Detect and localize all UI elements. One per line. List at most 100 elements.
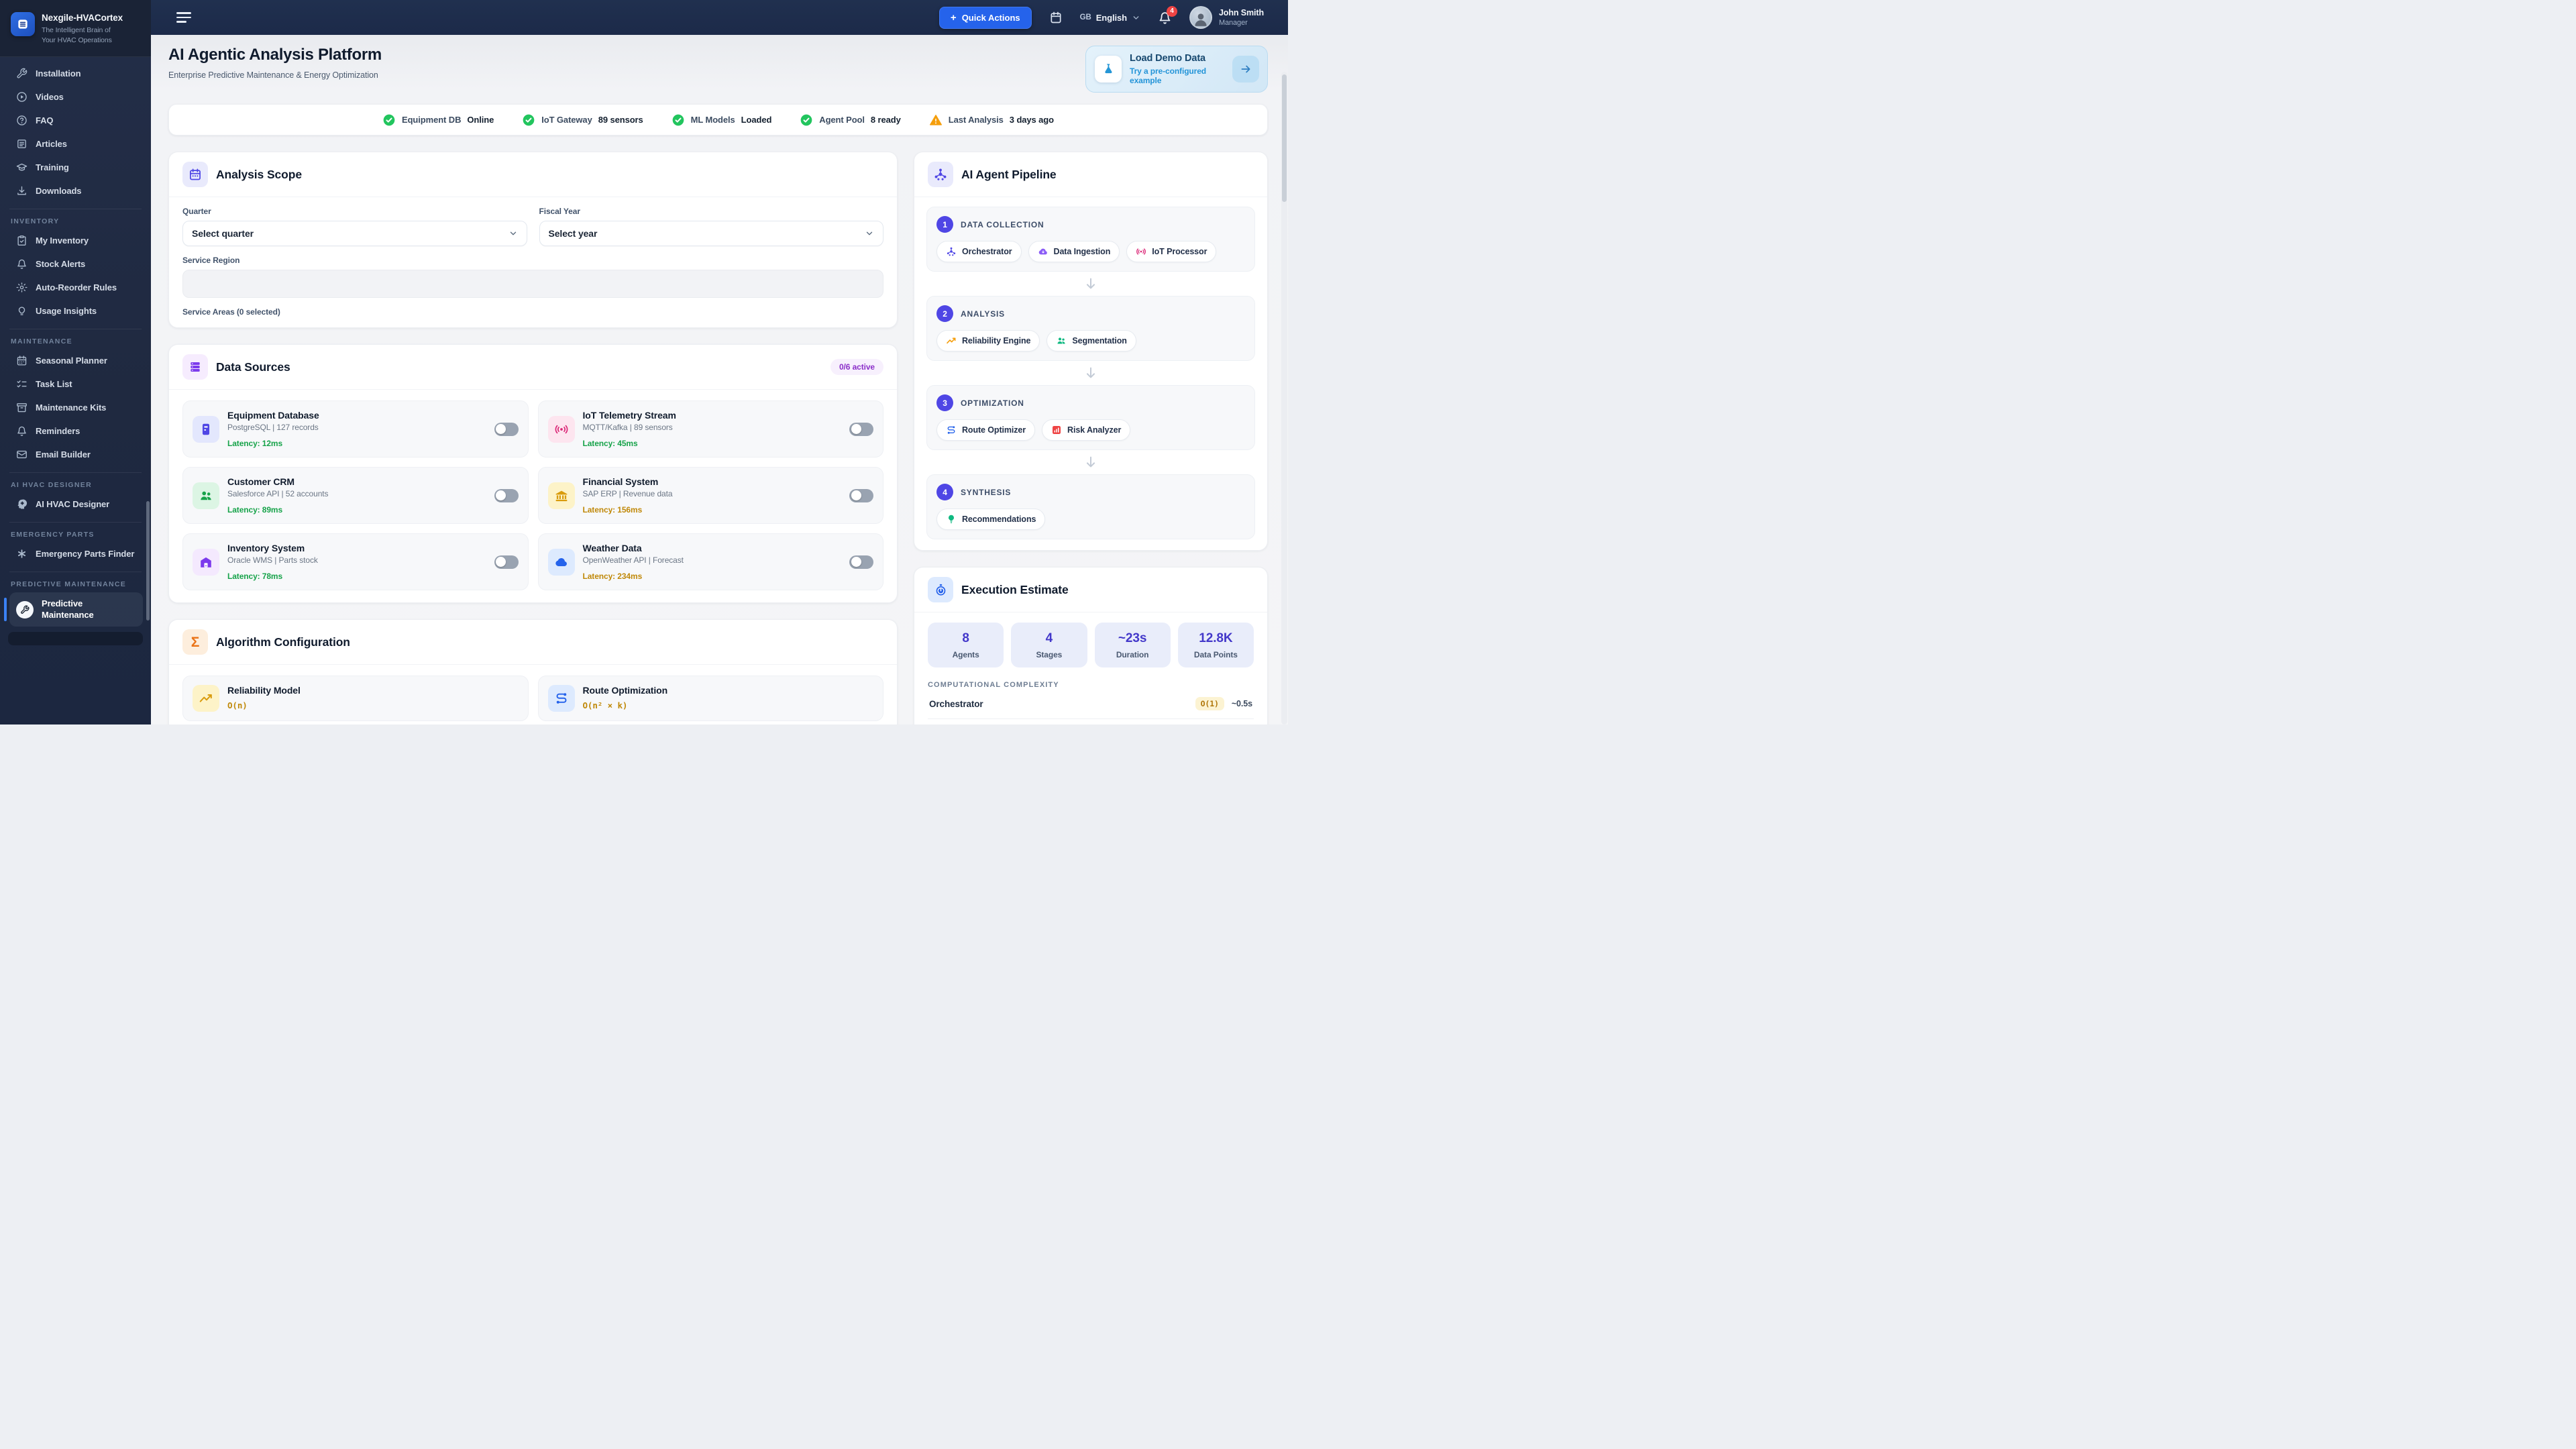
sidebar-section-inventory: INVENTORY [11, 217, 60, 226]
fiscal-year-select[interactable]: Select year [539, 221, 883, 246]
main-scrollbar-thumb[interactable] [1282, 74, 1287, 202]
status-ml-models: ML Models Loaded [672, 113, 771, 127]
page-content: AI Agentic Analysis Platform Enterprise … [151, 35, 1288, 724]
main-area: + Quick Actions GB English 4 John Smith [151, 0, 1288, 724]
card-title: Data Sources [216, 360, 290, 374]
arrow-right-icon[interactable] [1232, 56, 1259, 83]
sidebar: Nexgile-HVACortex The Intelligent Brain … [0, 0, 151, 724]
user-menu[interactable]: John Smith Manager [1189, 6, 1264, 29]
toggle-switch[interactable] [494, 488, 519, 502]
sidebar-item-predictive-maintenance[interactable]: Predictive Maintenance [4, 592, 143, 627]
broadcast-icon [547, 415, 575, 443]
sidebar-item-faq[interactable]: FAQ [7, 109, 144, 131]
algorithm-reliability-model: Reliability Model O(n) [182, 676, 529, 721]
data-source-inventory-system: Inventory System Oracle WMS | Parts stoc… [182, 533, 529, 590]
arrow-down-icon [926, 450, 1255, 474]
stage-number: 1 [936, 216, 953, 233]
network-icon [928, 162, 953, 187]
notifications-button[interactable]: 4 [1158, 5, 1177, 25]
sidebar-item-seasonal-planner[interactable]: Seasonal Planner [7, 350, 144, 372]
sidebar-item-maintenance-kits[interactable]: Maintenance Kits [7, 396, 144, 419]
card-title: AI Agent Pipeline [961, 167, 1057, 181]
toggle-switch[interactable] [849, 488, 873, 502]
data-source-equipment-database: Equipment Database PostgreSQL | 127 reco… [182, 400, 529, 458]
user-name: John Smith [1218, 8, 1264, 17]
sidebar-item-emergency-parts-finder[interactable]: Emergency Parts Finder [7, 543, 144, 565]
calendar-icon [16, 355, 28, 366]
divider [9, 522, 142, 523]
toggle-switch[interactable] [849, 555, 873, 569]
broadcast-icon [1136, 246, 1146, 257]
complexity-section-header: COMPUTATIONAL COMPLEXITY [928, 681, 1059, 689]
fiscal-year-label: Fiscal Year [539, 207, 581, 216]
agent-chip-recommendations[interactable]: Recommendations [936, 508, 1046, 530]
chevron-down-icon [865, 229, 874, 238]
sidebar-item-my-inventory[interactable]: My Inventory [7, 229, 144, 252]
sidebar-item-training[interactable]: Training [7, 156, 144, 178]
card-title: Execution Estimate [961, 582, 1069, 596]
plus-icon: + [950, 11, 957, 23]
system-status-bar: Equipment DB Online IoT Gateway 89 senso… [168, 104, 1268, 136]
sidebar-item-articles[interactable]: Articles [7, 133, 144, 155]
avatar [1189, 6, 1212, 29]
stat-duration: ~23s Duration [1094, 623, 1171, 667]
trend-up-icon [946, 335, 957, 346]
check-circle-icon [522, 113, 535, 127]
notification-count-badge: 4 [1166, 5, 1177, 17]
sidebar-item-downloads[interactable]: Downloads [7, 180, 144, 202]
sidebar-section-predictive-maintenance: PREDICTIVE MAINTENANCE [11, 580, 127, 589]
sidebar-item-reminders[interactable]: Reminders [7, 420, 144, 442]
warning-triangle-icon [929, 113, 943, 127]
hamburger-menu-icon[interactable] [176, 12, 191, 23]
latency-value: Latency: 12ms [227, 439, 283, 448]
agent-chip-orchestrator[interactable]: Orchestrator [936, 241, 1022, 262]
divider [9, 472, 142, 474]
article-icon [16, 138, 28, 150]
agent-chip-reliability-engine[interactable]: Reliability Engine [936, 330, 1040, 352]
sidebar-item-auto-reorder-rules[interactable]: Auto-Reorder Rules [7, 276, 144, 299]
latency-value: Latency: 89ms [227, 505, 283, 515]
agent-chip-data-ingestion[interactable]: Data Ingestion [1028, 241, 1120, 262]
active-count-badge: 0/6 active [830, 359, 883, 375]
quarter-select[interactable]: Select quarter [182, 221, 527, 246]
data-sources-card: Data Sources 0/6 active Equipment Databa… [168, 344, 898, 603]
sidebar-item-task-list[interactable]: Task List [7, 373, 144, 395]
service-region-label: Service Region [182, 256, 240, 265]
ai-head-icon [16, 498, 28, 510]
sidebar-item-ai-hvac-designer[interactable]: AI HVAC Designer [7, 493, 144, 515]
latency-value: Latency: 45ms [582, 439, 638, 448]
toggle-switch[interactable] [849, 422, 873, 436]
language-selector[interactable]: GB English [1080, 13, 1140, 23]
pipeline-stage-synthesis: 4 SYNTHESIS Recommendations [926, 474, 1255, 539]
agent-chip-segmentation[interactable]: Segmentation [1046, 330, 1136, 352]
latency-value: Latency: 156ms [582, 505, 643, 515]
wrench-icon [16, 68, 28, 79]
agent-chip-risk-analyzer[interactable]: Risk Analyzer [1042, 419, 1131, 441]
bell-icon [16, 258, 28, 270]
demo-title: Load Demo Data [1130, 53, 1206, 64]
app-root: Nexgile-HVACortex The Intelligent Brain … [0, 0, 1288, 724]
sidebar-item-installation[interactable]: Installation [7, 62, 144, 85]
sidebar-item-email-builder[interactable]: Email Builder [7, 443, 144, 466]
calendar-icon[interactable] [1049, 11, 1063, 24]
quick-actions-button[interactable]: + Quick Actions [938, 6, 1032, 29]
sidebar-item-videos[interactable]: Videos [7, 86, 144, 108]
toggle-switch[interactable] [494, 555, 519, 569]
service-region-input[interactable] [182, 270, 883, 298]
cloud-download-icon [1038, 246, 1049, 257]
sidebar-item-stock-alerts[interactable]: Stock Alerts [7, 253, 144, 275]
archive-icon [16, 402, 28, 413]
route-icon [946, 425, 957, 435]
agent-chip-route-optimizer[interactable]: Route Optimizer [936, 419, 1036, 441]
sidebar-item-usage-insights[interactable]: Usage Insights [7, 300, 144, 322]
agent-chip-iot-processor[interactable]: IoT Processor [1126, 241, 1217, 262]
main-scrollbar[interactable] [1281, 72, 1287, 724]
latency-value: Latency: 234ms [582, 572, 643, 581]
sigma-icon: Σ [182, 629, 208, 655]
sidebar-nav: Installation Videos FAQ Articles Trainin… [0, 57, 151, 645]
load-demo-data-card[interactable]: Load Demo Data Try a pre-configured exam… [1085, 46, 1268, 93]
toggle-switch[interactable] [494, 422, 519, 436]
algorithm-configuration-card: Σ Algorithm Configuration Reliability Mo… [168, 619, 898, 724]
stat-data-points: 12.8K Data Points [1177, 623, 1254, 667]
sidebar-scrollbar[interactable] [146, 501, 150, 621]
